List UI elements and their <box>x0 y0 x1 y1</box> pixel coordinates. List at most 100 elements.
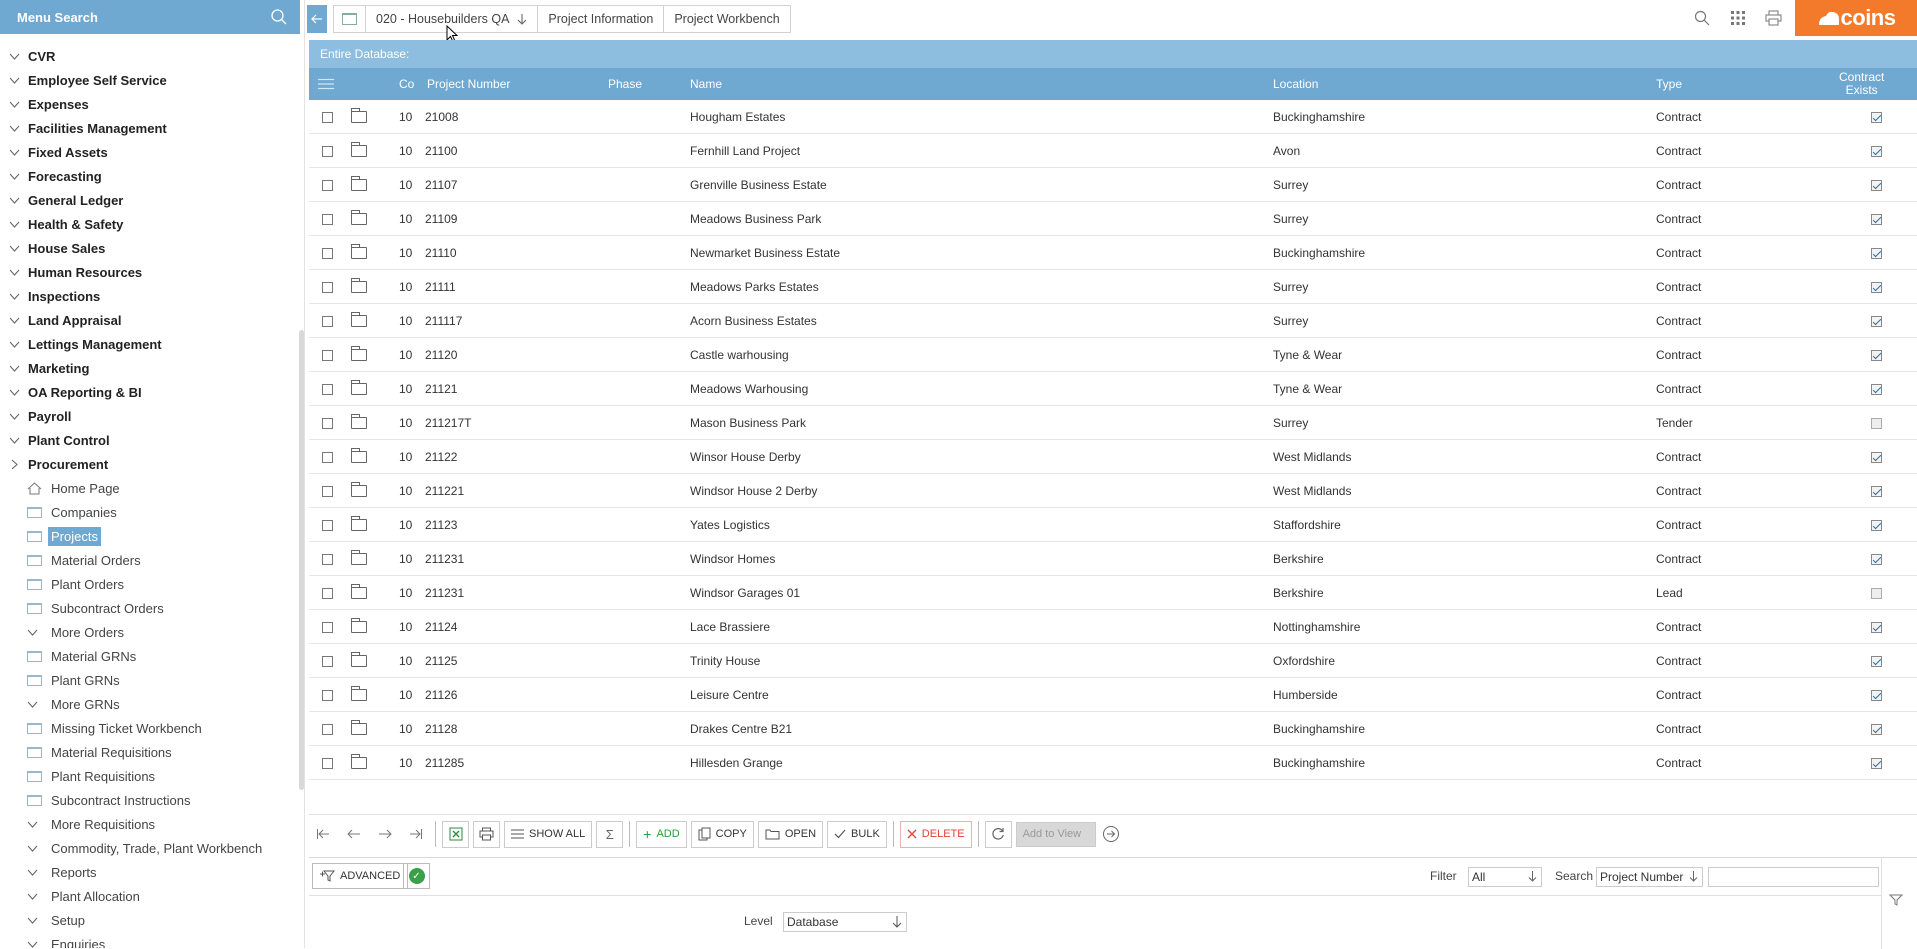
table-row[interactable]: 10 211217T Mason Business Park Surrey Tender <box>309 406 1917 440</box>
row-select-checkbox[interactable] <box>322 349 333 361</box>
delete-button[interactable]: DELETE <box>899 820 972 848</box>
sidebar-item-subcontract-orders[interactable]: Subcontract Orders <box>0 596 298 620</box>
row-select-checkbox[interactable] <box>322 247 333 259</box>
arrow-down-icon[interactable] <box>517 13 527 25</box>
sidebar-item-material-grns[interactable]: Material GRNs <box>0 644 298 668</box>
next-page-button[interactable] <box>371 820 398 848</box>
folder-icon[interactable] <box>351 448 367 463</box>
folder-icon[interactable] <box>351 618 367 633</box>
row-select-checkbox[interactable] <box>322 485 333 497</box>
previous-page-button[interactable] <box>340 820 367 848</box>
folder-icon[interactable] <box>351 414 367 429</box>
sidebar-module-general-ledger[interactable]: General Ledger <box>0 188 298 212</box>
sidebar-module-marketing[interactable]: Marketing <box>0 356 298 380</box>
filter-select[interactable]: All <box>1468 867 1542 887</box>
sidebar-module-house-sales[interactable]: House Sales <box>0 236 298 260</box>
print-button[interactable] <box>473 820 500 848</box>
header-project-number[interactable]: Project Number <box>427 68 510 100</box>
go-button[interactable] <box>1097 820 1125 848</box>
row-select-checkbox[interactable] <box>322 451 333 463</box>
menu-search[interactable]: Menu Search <box>0 0 300 34</box>
sidebar-module-oa-reporting-bi[interactable]: OA Reporting & BI <box>0 380 298 404</box>
sidebar-item-material-requisitions[interactable]: Material Requisitions <box>0 740 298 764</box>
open-button[interactable]: OPEN <box>757 820 824 848</box>
sidebar-item-subcontract-instructions[interactable]: Subcontract Instructions <box>0 788 298 812</box>
folder-icon[interactable] <box>351 176 367 191</box>
sidebar-module-facilities-management[interactable]: Facilities Management <box>0 116 298 140</box>
refresh-button[interactable] <box>984 820 1012 848</box>
table-row[interactable]: 10 21124 Lace Brassiere Nottinghamshire Cont… <box>309 610 1917 644</box>
row-select-checkbox[interactable] <box>322 213 333 225</box>
row-select-checkbox[interactable] <box>322 519 333 531</box>
row-select-checkbox[interactable] <box>322 383 333 395</box>
sidebar-item-enquiries[interactable]: Enquiries <box>0 932 298 948</box>
folder-icon[interactable] <box>351 346 367 361</box>
table-row[interactable]: 10 211231 Windsor Garages 01 Berkshire Lead <box>309 576 1917 610</box>
add-to-view-input[interactable]: Add to View <box>1015 821 1096 847</box>
row-select-checkbox[interactable] <box>322 553 333 565</box>
folder-icon[interactable] <box>351 516 367 531</box>
table-row[interactable]: 10 21123 Yates Logistics Staffordshire Contr… <box>309 508 1917 542</box>
search-icon[interactable] <box>1684 0 1720 36</box>
folder-icon[interactable] <box>351 244 367 259</box>
table-row[interactable]: 10 21107 Grenville Business Estate Surrey Co… <box>309 168 1917 202</box>
sidebar-item-plant-grns[interactable]: Plant GRNs <box>0 668 298 692</box>
sum-button[interactable]: Σ <box>596 820 624 848</box>
sidebar-item-more-requisitions[interactable]: More Requisitions <box>0 812 298 836</box>
table-row[interactable]: 10 21008 Hougham Estates Buckinghamshire Con… <box>309 100 1917 134</box>
sidebar-item-plant-allocation[interactable]: Plant Allocation <box>0 884 298 908</box>
breadcrumb-home[interactable] <box>333 5 366 33</box>
folder-icon[interactable] <box>351 210 367 225</box>
show-all-button[interactable]: SHOW ALL <box>504 820 593 848</box>
first-page-button[interactable] <box>309 820 336 848</box>
sidebar-module-lettings-management[interactable]: Lettings Management <box>0 332 298 356</box>
header-phase[interactable]: Phase <box>608 68 642 100</box>
row-select-checkbox[interactable] <box>322 145 333 157</box>
folder-icon[interactable] <box>351 550 367 565</box>
table-row[interactable]: 10 21109 Meadows Business Park Surrey Contra… <box>309 202 1917 236</box>
row-select-checkbox[interactable] <box>322 281 333 293</box>
table-row[interactable]: 10 21126 Leisure Centre Humberside Contract <box>309 678 1917 712</box>
export-excel-button[interactable] <box>442 820 469 848</box>
header-location[interactable]: Location <box>1273 68 1318 100</box>
folder-icon[interactable] <box>351 278 367 293</box>
sidebar-module-cvr[interactable]: CVR <box>0 44 298 68</box>
sidebar-item-home-page[interactable]: Home Page <box>0 476 298 500</box>
coins-logo[interactable]: coins <box>1795 0 1917 36</box>
folder-icon[interactable] <box>351 108 367 123</box>
folder-icon[interactable] <box>351 720 367 735</box>
row-select-checkbox[interactable] <box>322 179 333 191</box>
table-row[interactable]: 10 21128 Drakes Centre B21 Buckinghamshire C… <box>309 712 1917 746</box>
header-type[interactable]: Type <box>1656 68 1682 100</box>
column-menu-icon[interactable] <box>317 68 335 100</box>
folder-icon[interactable] <box>351 754 367 769</box>
search-icon[interactable] <box>270 8 288 26</box>
folder-icon[interactable] <box>351 482 367 497</box>
header-co[interactable]: Co <box>399 68 414 100</box>
table-row[interactable]: 10 21121 Meadows Warhousing Tyne & Wear Cont… <box>309 372 1917 406</box>
breadcrumb-project-workbench[interactable]: Project Workbench <box>663 5 791 33</box>
sidebar-module-payroll[interactable]: Payroll <box>0 404 298 428</box>
table-row[interactable]: 10 21111 Meadows Parks Estates Surrey Contra… <box>309 270 1917 304</box>
sidebar-module-plant-control[interactable]: Plant Control <box>0 428 298 452</box>
copy-button[interactable]: COPY <box>690 820 754 848</box>
folder-icon[interactable] <box>351 380 367 395</box>
header-contract-exists[interactable]: Contract Exists <box>1839 68 1884 100</box>
breadcrumb-project-information[interactable]: Project Information <box>537 5 665 33</box>
table-row[interactable]: 10 211221 Windsor House 2 Derby West Midlan… <box>309 474 1917 508</box>
sidebar-module-health-safety[interactable]: Health & Safety <box>0 212 298 236</box>
sidebar-item-projects[interactable]: Projects <box>0 524 298 548</box>
sidebar-item-setup[interactable]: Setup <box>0 908 298 932</box>
sidebar-item-material-orders[interactable]: Material Orders <box>0 548 298 572</box>
sidebar-item-more-orders[interactable]: More Orders <box>0 620 298 644</box>
header-name[interactable]: Name <box>690 68 722 100</box>
sidebar-item-reports[interactable]: Reports <box>0 860 298 884</box>
folder-icon[interactable] <box>351 312 367 327</box>
row-select-checkbox[interactable] <box>322 621 333 633</box>
sidebar-item-plant-requisitions[interactable]: Plant Requisitions <box>0 764 298 788</box>
table-row[interactable]: 10 21122 Winsor House Derby West Midlands Co… <box>309 440 1917 474</box>
search-field-select[interactable]: Project Number <box>1596 867 1703 887</box>
sidebar-module-employee-self-service[interactable]: Employee Self Service <box>0 68 298 92</box>
table-row[interactable]: 10 21100 Fernhill Land Project Avon Contract <box>309 134 1917 168</box>
print-icon[interactable] <box>1756 0 1792 36</box>
